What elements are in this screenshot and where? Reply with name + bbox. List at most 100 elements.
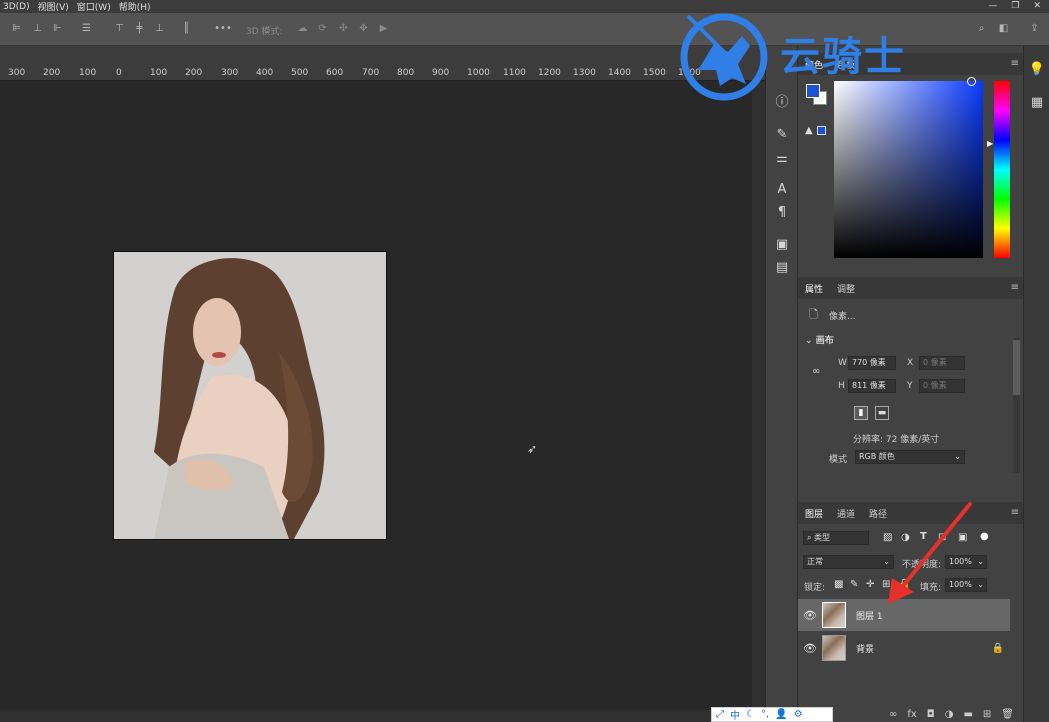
web-safe-swatch[interactable] xyxy=(817,126,826,135)
ruler-tick: 900 xyxy=(432,68,450,78)
brush-icon[interactable]: ✎ xyxy=(773,126,791,144)
hue-slider[interactable] xyxy=(994,81,1010,258)
add-mask-icon[interactable]: ◘ xyxy=(927,709,935,720)
ime-punct-icon[interactable]: °, xyxy=(761,709,769,720)
panel-menu-icon[interactable]: ≡ xyxy=(1011,282,1019,293)
menu-bar: 3D(D) 视图(V) 窗口(W) 帮助(H) xyxy=(0,0,1049,13)
resolution-text: 分辨率: 72 像素/英寸 xyxy=(853,435,940,445)
link-layers-icon[interactable]: ∞ xyxy=(889,709,897,720)
new-group-icon[interactable]: ▬ xyxy=(963,709,972,720)
delete-layer-icon[interactable]: 🗑 xyxy=(1001,709,1014,720)
3d-slide-icon[interactable]: ✥ xyxy=(357,23,370,35)
canvas-section-label: 画布 xyxy=(815,336,834,346)
new-layer-icon[interactable]: ⊞ xyxy=(983,709,991,720)
properties-scrollbar[interactable] xyxy=(1013,338,1020,473)
menu-window[interactable]: 窗口(W) xyxy=(77,0,111,13)
lock-image-icon[interactable]: ✎ xyxy=(850,579,858,590)
menu-view[interactable]: 视图(V) xyxy=(38,0,69,13)
more-options-icon[interactable]: ••• xyxy=(212,23,234,35)
color-mode-value: RGB 颜色 xyxy=(859,452,895,461)
y-field[interactable]: 0 像素 xyxy=(919,379,965,393)
distribute-icon[interactable]: ☰ xyxy=(80,23,93,35)
lock-label: 锁定: xyxy=(804,583,826,593)
vertical-scrollbar[interactable] xyxy=(752,82,765,710)
distribute-v-icon[interactable]: ║ xyxy=(180,23,193,35)
ruler-tick: 300 xyxy=(8,68,26,78)
x-field[interactable]: 0 像素 xyxy=(919,356,965,370)
paragraph-icon[interactable]: ¶ xyxy=(773,204,791,222)
document-image[interactable] xyxy=(114,252,386,539)
ruler-tick: 1500 xyxy=(643,68,666,78)
visibility-eye-icon[interactable]: 👁 xyxy=(798,609,822,622)
horizontal-scrollbar[interactable] xyxy=(0,710,765,722)
ime-user-icon[interactable]: 👤 xyxy=(775,709,787,720)
adjust-sliders-icon[interactable]: ⚌ xyxy=(773,150,791,168)
character-icon[interactable]: A xyxy=(773,181,791,199)
color-mode-select[interactable]: RGB 颜色 ⌄ xyxy=(855,450,965,464)
fx-icon[interactable]: fx xyxy=(907,709,916,720)
height-field[interactable]: 811 像素 xyxy=(848,379,896,393)
3d-roll-icon[interactable]: ⟳ xyxy=(316,23,329,35)
align-hcenter-icon[interactable]: ⊥ xyxy=(31,23,44,35)
lock-icon: 🔒 xyxy=(991,642,1004,654)
tab-layers[interactable]: 图层 xyxy=(805,507,823,520)
share-icon[interactable]: ⇪ xyxy=(1028,23,1041,35)
ime-language[interactable]: 中 xyxy=(730,707,740,722)
align-top-icon[interactable]: ⊤ xyxy=(113,23,126,35)
3d-orbit-icon[interactable]: ☁ xyxy=(296,23,309,35)
minimize-icon[interactable]: — xyxy=(988,0,997,13)
layer-name[interactable]: 图层 1 xyxy=(856,609,883,622)
menu-help[interactable]: 帮助(H) xyxy=(119,0,151,13)
ime-settings-icon[interactable]: ⚙ xyxy=(794,709,803,720)
align-bottom-icon[interactable]: ⊥ xyxy=(153,23,166,35)
ruler-tick: 1100 xyxy=(503,68,526,78)
learn-bulb-icon[interactable]: 💡 xyxy=(1028,61,1046,79)
scroll-thumb[interactable] xyxy=(1013,340,1020,395)
restore-icon[interactable]: ❐ xyxy=(1011,0,1019,13)
3d-mode-label: 3D 模式: xyxy=(246,27,283,37)
tab-properties[interactable]: 属性 xyxy=(805,282,823,295)
layer-name[interactable]: 背景 xyxy=(856,642,874,655)
visibility-eye-icon[interactable]: 👁 xyxy=(798,642,822,655)
y-label: Y xyxy=(907,381,913,391)
lock-transparent-icon[interactable]: ▩ xyxy=(834,579,843,590)
adjustment-layer-icon[interactable]: ◑ xyxy=(945,709,954,720)
info-icon[interactable]: ⓘ xyxy=(773,94,791,112)
align-vcenter-icon[interactable]: ╪ xyxy=(133,23,146,35)
search-icon[interactable]: ⌕ xyxy=(975,23,988,35)
ruler-tick: 400 xyxy=(256,68,274,78)
workspace-icon[interactable]: ◧ xyxy=(997,23,1010,35)
filter-toggle-icon[interactable]: ● xyxy=(980,531,989,542)
3d-pan-icon[interactable]: ✣ xyxy=(337,23,350,35)
gamut-warning-icon[interactable]: ▲ xyxy=(805,125,813,136)
panel-menu-icon[interactable]: ≡ xyxy=(1011,507,1019,518)
color-picker-field[interactable] xyxy=(834,81,983,258)
width-field[interactable]: 770 像素 xyxy=(848,356,896,370)
link-icon[interactable]: ∞ xyxy=(812,366,820,377)
libraries-icon[interactable]: ▦ xyxy=(1028,94,1046,112)
layer-filter-select[interactable]: ⌕ 类型 xyxy=(803,531,869,545)
layer-row-background[interactable]: 👁 背景 🔒 xyxy=(798,632,1010,664)
panel-menu-icon[interactable]: ≡ xyxy=(1011,58,1019,69)
tab-channels[interactable]: 通道 xyxy=(837,507,855,520)
canvas-section-title[interactable]: ⌄ 画布 xyxy=(805,333,834,346)
watermark-text: 云骑士 xyxy=(780,34,906,80)
glyphs-icon[interactable]: ▣ xyxy=(773,236,791,254)
align-right-icon[interactable]: ⊩ xyxy=(51,23,64,35)
3d-camera-icon[interactable]: ▶ xyxy=(377,23,390,35)
notes-icon[interactable]: ▤ xyxy=(773,259,791,277)
properties-panel-header: 属性 调整 ≡ xyxy=(798,277,1024,299)
far-right-strip: 💡 ▦ xyxy=(1023,46,1049,722)
close-icon[interactable]: ✕ xyxy=(1033,0,1041,13)
menu-3d[interactable]: 3D(D) xyxy=(3,2,30,12)
ime-logo-icon[interactable]: ⤢ xyxy=(716,709,724,720)
portrait-orientation-icon[interactable]: ▮ xyxy=(854,406,868,420)
ime-moon-icon[interactable]: ☾ xyxy=(746,709,755,720)
align-left-icon[interactable]: ⊫ xyxy=(10,23,23,35)
landscape-orientation-icon[interactable]: ▬ xyxy=(875,406,889,420)
lock-position-icon[interactable]: ✛ xyxy=(866,579,874,590)
ruler-tick: 1300 xyxy=(573,68,596,78)
tab-adjustments[interactable]: 调整 xyxy=(837,282,855,295)
foreground-color-swatch[interactable] xyxy=(806,84,820,98)
hue-slider-handle[interactable]: ▶ xyxy=(987,139,993,148)
